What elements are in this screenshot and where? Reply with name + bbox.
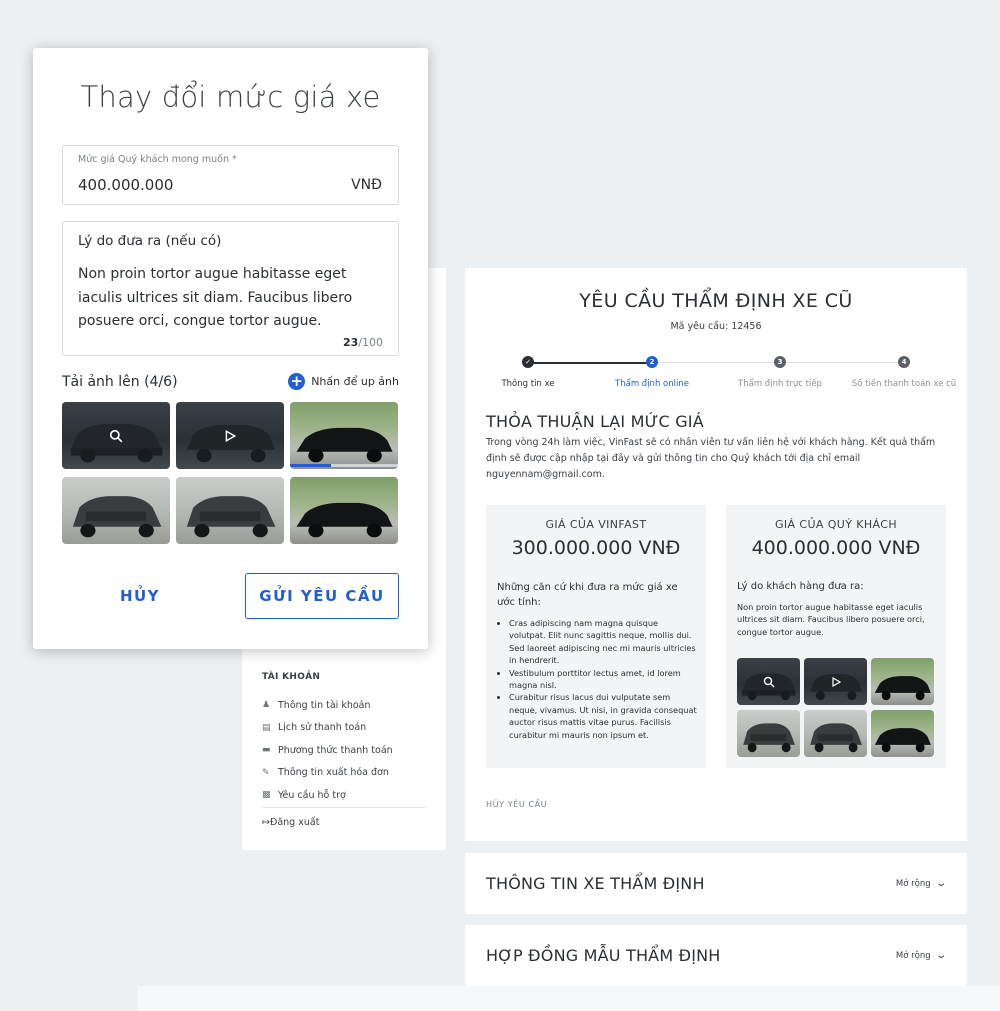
request-code: Mã yêu cầu: 12456 bbox=[670, 321, 762, 332]
section-vehicle-info-title: THÔNG TIN XE THẨM ĐỊNH bbox=[486, 874, 705, 893]
customer-reason-label: Lý do khách hàng đưa ra: bbox=[737, 581, 864, 592]
price-field[interactable]: Mức giá Quý khách mong muốn * VNĐ bbox=[62, 145, 399, 205]
step-done-check-icon: ✓ bbox=[522, 356, 534, 368]
chevron-down-icon: ⌄ bbox=[934, 950, 947, 961]
stepper-track-done bbox=[531, 362, 649, 364]
play-icon bbox=[176, 402, 284, 469]
cancel-button[interactable]: HỦY bbox=[85, 573, 195, 619]
car-photo-icon bbox=[296, 502, 393, 538]
sidebar-menu: ♟ Thông tin tài khoản ▤ Lịch sử thanh toán… bbox=[262, 694, 428, 807]
page-footer-strip bbox=[138, 986, 1000, 1011]
customer-photo-grid bbox=[737, 658, 936, 757]
section-contract-title: HỢP ĐỒNG MẪU THẨM ĐỊNH bbox=[486, 946, 721, 965]
section-contract-template: HỢP ĐỒNG MẪU THẨM ĐỊNH Mở rộng ⌄ bbox=[465, 925, 967, 986]
change-price-modal: Thay đổi mức giá xe Mức giá Quý khách mo… bbox=[33, 48, 428, 649]
stepper-track bbox=[655, 362, 777, 363]
photo-thumb[interactable] bbox=[804, 710, 867, 757]
plus-circle-icon: + bbox=[288, 373, 306, 390]
magnify-icon bbox=[62, 402, 170, 469]
sidebar-item-account-info[interactable]: ♟ Thông tin tài khoản bbox=[262, 694, 428, 717]
step-label-online-appraisal[interactable]: Thẩm định online bbox=[615, 379, 689, 389]
expand-toggle[interactable]: Mở rộng ⌄ bbox=[896, 878, 947, 889]
customer-reason-text: Non proin tortor augue habitasse eget ia… bbox=[737, 602, 925, 637]
car-photo-icon bbox=[810, 723, 862, 753]
car-photo-icon bbox=[874, 728, 931, 753]
invoice-icon: ✎ bbox=[262, 767, 270, 778]
step-label-payment: Số tiền thanh toán xe cũ bbox=[851, 379, 957, 389]
modal-title: Thay đổi mức giá xe bbox=[80, 80, 381, 114]
reason-field-label: Lý do đưa ra (nếu có) bbox=[78, 233, 222, 249]
photo-thumb[interactable] bbox=[176, 477, 284, 544]
submit-request-button[interactable]: GỬI YÊU CẦU bbox=[245, 573, 399, 619]
car-photo-icon bbox=[743, 723, 795, 753]
progress-stepper: ✓ 2 3 4 Thông tin xe Thẩm định online Th… bbox=[487, 356, 965, 396]
sidebar-item-payment-history[interactable]: ▤ Lịch sử thanh toán bbox=[262, 717, 428, 740]
cancel-request-link[interactable]: HỦY YÊU CẦU bbox=[486, 800, 547, 809]
list-item: Vestibulum porttitor lectus amet, id lor… bbox=[509, 667, 697, 692]
chevron-down-icon: ⌄ bbox=[934, 878, 947, 889]
upload-photo-button[interactable]: + Nhấn để up ảnh bbox=[288, 373, 399, 390]
photo-thumb[interactable] bbox=[871, 658, 934, 705]
vinfast-price-label: GIÁ CỦA VINFAST bbox=[545, 518, 647, 531]
page-title: YÊU CẦU THẨM ĐỊNH XE CŨ bbox=[579, 290, 853, 312]
price-field-label: Mức giá Quý khách mong muốn * bbox=[78, 154, 237, 165]
sidebar-item-invoice-info[interactable]: ✎ Thông tin xuất hóa đơn bbox=[262, 762, 428, 785]
stepper-track bbox=[783, 362, 901, 363]
reason-textarea[interactable]: Non proin tortor augue habitasse eget ia… bbox=[78, 263, 388, 334]
step-label-vehicle-info[interactable]: Thông tin xe bbox=[501, 379, 554, 389]
customer-price-value: 400.000.000 VNĐ bbox=[751, 537, 921, 559]
uploading-photo-thumb[interactable] bbox=[290, 402, 398, 469]
section-description: Trong vòng 24h làm việc, VinFast sẽ có n… bbox=[486, 437, 936, 480]
car-photo-icon bbox=[874, 676, 931, 701]
upload-photo-grid bbox=[62, 402, 399, 544]
step-4-dot: 4 bbox=[898, 356, 910, 368]
logout-icon: ↦ bbox=[262, 817, 270, 828]
price-input[interactable] bbox=[78, 176, 318, 194]
sidebar-divider bbox=[262, 807, 426, 808]
car-photo-icon bbox=[186, 496, 276, 538]
user-icon: ♟ bbox=[262, 700, 271, 711]
section-title: THỎA THUẬN LẠI MỨC GIÁ bbox=[486, 412, 704, 431]
step-label-direct-appraisal: Thẩm định trực tiếp bbox=[738, 379, 822, 389]
photo-thumb[interactable] bbox=[290, 477, 398, 544]
expand-toggle[interactable]: Mở rộng ⌄ bbox=[896, 950, 947, 961]
photo-thumb[interactable] bbox=[871, 710, 934, 757]
step-3-dot: 3 bbox=[774, 356, 786, 368]
customer-price-box: GIÁ CỦA QUÝ KHÁCH 400.000.000 VNĐ Lý do … bbox=[726, 505, 946, 768]
video-thumb[interactable] bbox=[176, 402, 284, 469]
sidebar-item-support[interactable]: ▩ Yêu cầu hỗ trợ bbox=[262, 784, 428, 807]
photo-thumb[interactable] bbox=[62, 477, 170, 544]
vinfast-price-box: GIÁ CỦA VINFAST 300.000.000 VNĐ Những că… bbox=[486, 505, 706, 768]
upload-progress-bar bbox=[290, 464, 332, 467]
vinfast-price-value: 300.000.000 VNĐ bbox=[511, 537, 681, 559]
customer-price-label: GIÁ CỦA QUÝ KHÁCH bbox=[774, 518, 898, 531]
price-basis-list: Cras adipiscing nam magna quisque volutp… bbox=[497, 617, 697, 741]
step-2-dot: 2 bbox=[646, 356, 658, 368]
upload-label: Tải ảnh lên (4/6) bbox=[62, 374, 178, 390]
car-photo-icon bbox=[72, 496, 162, 538]
price-unit: VNĐ bbox=[351, 177, 382, 193]
sidebar-heading: TÀI KHOẢN bbox=[262, 672, 321, 682]
reason-field[interactable]: Lý do đưa ra (nếu có) Non proin tortor a… bbox=[62, 221, 399, 356]
sidebar-item-payment-method[interactable]: ▬ Phương thức thanh toán bbox=[262, 739, 428, 762]
history-icon: ▤ bbox=[262, 722, 271, 733]
list-item: Cras adipiscing nam magna quisque volutp… bbox=[509, 617, 697, 667]
list-item: Curabitur risus lacus dui vulputate sem … bbox=[509, 691, 697, 741]
appraisal-request-card: YÊU CẦU THẨM ĐỊNH XE CŨ Mã yêu cầu: 1245… bbox=[465, 268, 967, 841]
video-thumb[interactable] bbox=[804, 658, 867, 705]
support-icon: ▩ bbox=[262, 790, 271, 801]
magnify-icon bbox=[737, 658, 800, 705]
section-vehicle-info: THÔNG TIN XE THẨM ĐỊNH Mở rộng ⌄ bbox=[465, 853, 967, 914]
play-icon bbox=[804, 658, 867, 705]
photo-thumb[interactable] bbox=[737, 710, 800, 757]
car-photo-icon bbox=[296, 427, 393, 463]
photo-thumb[interactable] bbox=[737, 658, 800, 705]
char-counter: 23/100 bbox=[342, 336, 383, 349]
price-basis-label: Những căn cứ khi đưa ra mức giá xe ước t… bbox=[497, 582, 678, 608]
logout-link[interactable]: ↦ Đăng xuất bbox=[262, 817, 319, 828]
card-icon: ▬ bbox=[262, 745, 271, 756]
photo-thumb[interactable] bbox=[62, 402, 170, 469]
